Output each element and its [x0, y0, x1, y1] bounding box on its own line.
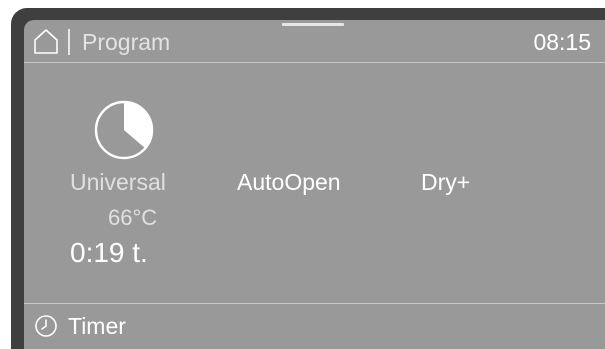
- program-duration: 0:19 t.: [70, 237, 148, 268]
- option-dry-plus[interactable]: Dry+: [421, 168, 470, 196]
- home-icon[interactable]: [33, 28, 59, 54]
- pie-chart-icon: [94, 100, 154, 160]
- program-name[interactable]: Universal: [70, 168, 180, 196]
- clock-display: 08:15: [533, 29, 591, 55]
- timer-footer-button[interactable]: Timer: [24, 304, 605, 349]
- display-screen: Program 08:15 Universal 66°C 0:19 t. Aut…: [24, 20, 605, 349]
- header-divider-line: [24, 62, 605, 63]
- header-bar: Program 08:15: [24, 20, 605, 62]
- clock-icon: [35, 315, 57, 337]
- page-title: Program: [82, 29, 171, 55]
- program-temperature: 66°C: [108, 205, 158, 230]
- header-divider: [68, 29, 70, 55]
- timer-label: Timer: [68, 313, 126, 339]
- option-autoopen[interactable]: AutoOpen: [237, 168, 341, 196]
